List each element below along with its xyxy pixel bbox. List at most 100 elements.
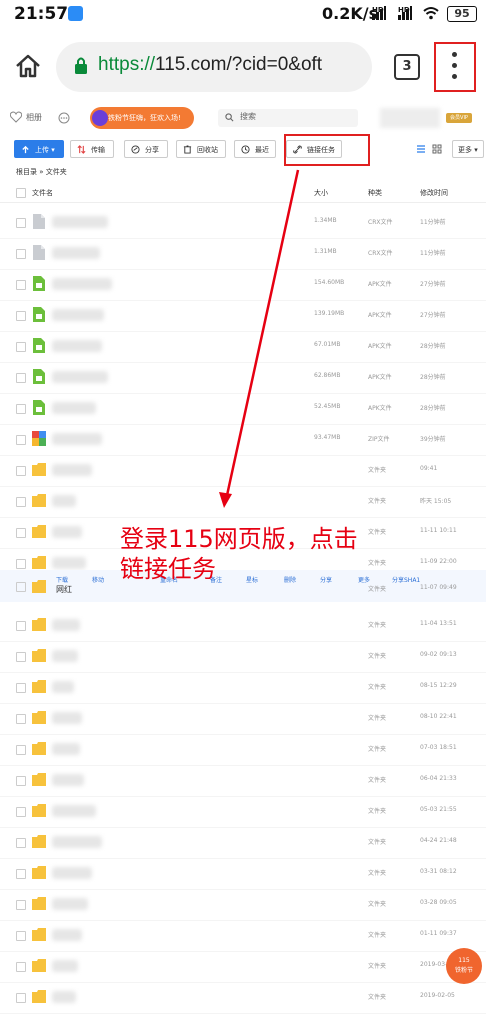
file-row[interactable]: 1.34MB CRX文件 11分钟前 xyxy=(0,207,486,239)
file-row[interactable]: 93.47MB ZIP文件 39分钟前 xyxy=(0,424,486,456)
file-name-redacted[interactable] xyxy=(52,247,100,259)
tab-switcher-button[interactable]: 3 xyxy=(394,54,420,80)
file-name-redacted[interactable] xyxy=(52,433,102,445)
row-checkbox[interactable] xyxy=(16,838,26,848)
column-type[interactable]: 种类 xyxy=(368,188,382,198)
row-checkbox[interactable] xyxy=(16,435,26,445)
file-name-redacted[interactable] xyxy=(52,681,74,693)
file-name-redacted[interactable] xyxy=(52,836,102,848)
file-name-redacted[interactable] xyxy=(52,371,108,383)
file-name-redacted[interactable] xyxy=(52,216,108,228)
row-checkbox[interactable] xyxy=(16,249,26,259)
browser-menu-button[interactable] xyxy=(434,42,476,92)
row-checkbox[interactable] xyxy=(16,807,26,817)
file-row[interactable]: 文件夹 09:41 xyxy=(0,455,486,487)
file-name-redacted[interactable] xyxy=(52,557,86,569)
share-sha1-action[interactable]: 分享SHA1 xyxy=(392,575,420,584)
festival-float-badge[interactable]: 115 铁粉节 xyxy=(446,948,482,984)
file-name-redacted[interactable] xyxy=(52,991,76,1003)
file-row[interactable]: 文件夹 08-15 12:29 xyxy=(0,672,486,704)
file-row[interactable]: 1.31MB CRX文件 11分钟前 xyxy=(0,238,486,270)
file-name-redacted[interactable] xyxy=(52,712,82,724)
file-row[interactable]: 文件夹 03-28 09:05 xyxy=(0,889,486,921)
download-action[interactable]: 下载 xyxy=(56,575,68,584)
row-checkbox[interactable] xyxy=(16,342,26,352)
file-row[interactable]: 文件夹 04-24 21:48 xyxy=(0,827,486,859)
more-action[interactable]: 更多 xyxy=(358,575,370,584)
recent-button[interactable]: 最近 xyxy=(234,140,276,158)
file-row[interactable]: 文件夹 09-02 09:13 xyxy=(0,641,486,673)
transfer-button[interactable]: 传输 xyxy=(70,140,114,158)
file-row[interactable]: 139.19MB APK文件 27分钟前 xyxy=(0,300,486,332)
file-name-redacted[interactable] xyxy=(52,495,76,507)
file-name-redacted[interactable] xyxy=(52,960,78,972)
row-checkbox[interactable] xyxy=(16,993,26,1003)
row-checkbox[interactable] xyxy=(16,962,26,972)
file-row[interactable]: 文件夹 2019-02-05 xyxy=(0,982,486,1014)
file-row[interactable]: 62.86MB APK文件 28分钟前 xyxy=(0,362,486,394)
row-checkbox[interactable] xyxy=(16,683,26,693)
file-row[interactable]: 文件夹 05-03 21:55 xyxy=(0,796,486,828)
user-avatar[interactable] xyxy=(380,108,440,128)
file-row[interactable]: 52.45MB APK文件 28分钟前 xyxy=(0,393,486,425)
file-name-redacted[interactable] xyxy=(52,340,102,352)
file-name-redacted[interactable] xyxy=(52,464,92,476)
file-name-redacted[interactable] xyxy=(52,898,88,910)
row-checkbox[interactable] xyxy=(16,559,26,569)
more-button[interactable]: 更多 ▾ xyxy=(452,140,484,158)
file-name-redacted[interactable] xyxy=(52,619,80,631)
file-name-redacted[interactable] xyxy=(52,309,104,321)
row-checkbox[interactable] xyxy=(16,776,26,786)
row-checkbox[interactable] xyxy=(16,621,26,631)
search-input[interactable]: 搜索 xyxy=(218,109,358,127)
row-checkbox[interactable] xyxy=(16,931,26,941)
file-name-redacted[interactable] xyxy=(52,805,96,817)
row-checkbox[interactable] xyxy=(16,745,26,755)
column-modified[interactable]: 修改时间 xyxy=(420,188,448,198)
file-row[interactable]: 文件夹 昨天 15:05 xyxy=(0,486,486,518)
row-checkbox[interactable] xyxy=(16,404,26,414)
select-all-checkbox[interactable] xyxy=(16,188,26,198)
row-checkbox[interactable] xyxy=(16,280,26,290)
row-checkbox[interactable] xyxy=(16,373,26,383)
recycle-bin-button[interactable]: 回收站 xyxy=(176,140,226,158)
file-name-redacted[interactable] xyxy=(52,526,82,538)
file-name-redacted[interactable] xyxy=(52,402,96,414)
file-name-redacted[interactable] xyxy=(52,774,84,786)
row-checkbox[interactable] xyxy=(16,311,26,321)
row-checkbox[interactable] xyxy=(16,714,26,724)
row-checkbox[interactable] xyxy=(16,466,26,476)
file-row[interactable]: 文件夹 08-10 22:41 xyxy=(0,703,486,735)
row-checkbox[interactable] xyxy=(16,869,26,879)
file-row[interactable]: 154.60MB APK文件 27分钟前 xyxy=(0,269,486,301)
file-row[interactable]: 文件夹 2019-03-05 xyxy=(0,951,486,983)
file-name-redacted[interactable] xyxy=(52,743,80,755)
share-button[interactable]: 分享 xyxy=(124,140,168,158)
more-dots-icon[interactable] xyxy=(58,112,70,124)
file-row[interactable]: 67.01MB APK文件 28分钟前 xyxy=(0,331,486,363)
file-name-redacted[interactable] xyxy=(52,650,78,662)
column-name[interactable]: 文件名 xyxy=(32,188,53,198)
row-checkbox[interactable] xyxy=(16,652,26,662)
album-link[interactable]: 相册 xyxy=(26,112,42,123)
column-size[interactable]: 大小 xyxy=(314,188,328,198)
row-checkbox[interactable] xyxy=(16,528,26,538)
home-icon[interactable] xyxy=(14,52,42,80)
file-row[interactable]: 文件夹 07-03 18:51 xyxy=(0,734,486,766)
file-row[interactable]: 文件夹 11-04 13:51 xyxy=(0,610,486,642)
move-action[interactable]: 移动 xyxy=(92,575,104,584)
file-name-redacted[interactable] xyxy=(52,867,92,879)
file-row[interactable]: 文件夹 06-04 21:33 xyxy=(0,765,486,797)
upload-button[interactable]: 上传 ▾ xyxy=(14,140,64,158)
hover-row-name[interactable]: 网红 xyxy=(56,584,72,595)
file-row[interactable]: 文件夹 01-11 09:37 xyxy=(0,920,486,952)
breadcrumb-root[interactable]: 根目录 xyxy=(16,168,37,176)
list-view-icon[interactable] xyxy=(416,144,426,154)
row-checkbox[interactable] xyxy=(16,900,26,910)
promo-banner[interactable]: 铁粉节狂嗨，狂欢入场! xyxy=(90,107,194,129)
grid-view-icon[interactable] xyxy=(432,144,442,154)
row-checkbox[interactable] xyxy=(16,497,26,507)
row-checkbox[interactable] xyxy=(16,218,26,228)
file-name-redacted[interactable] xyxy=(52,278,112,290)
address-bar[interactable]: https://115.com/?cid=0&oft xyxy=(56,42,372,92)
